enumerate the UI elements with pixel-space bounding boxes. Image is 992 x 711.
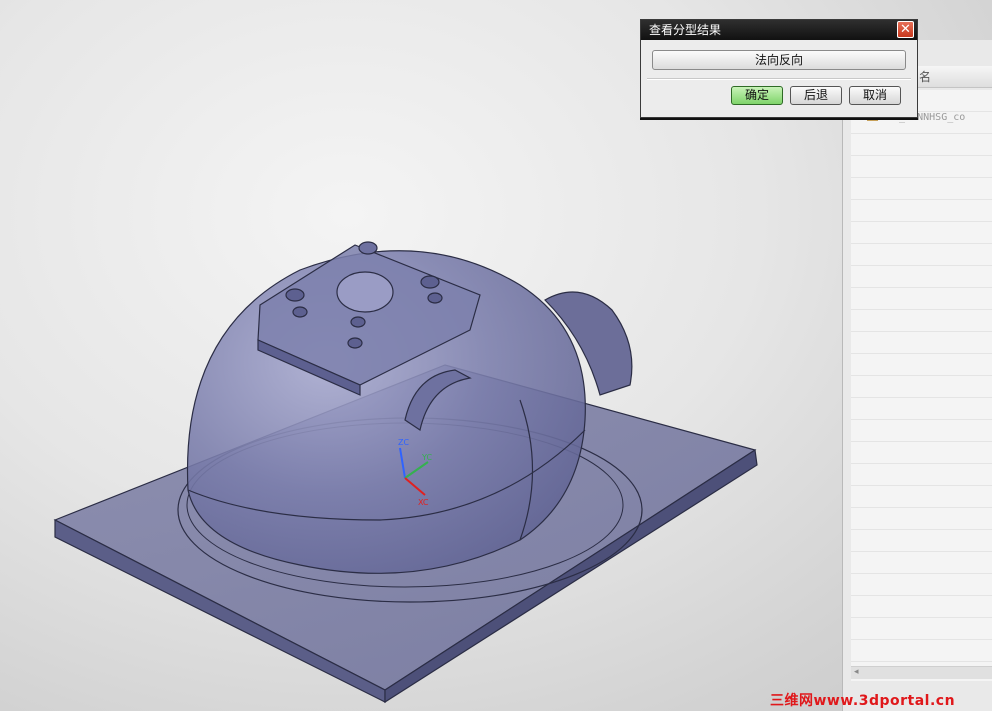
dialog-title: 查看分型结果 <box>649 23 722 37</box>
view-parting-result-dialog: 查看分型结果 ✕ 法向反向 确定 后退 取消 <box>640 19 918 118</box>
close-icon[interactable]: ✕ <box>897 21 914 38</box>
yc-axis-label: YC <box>421 453 432 462</box>
xc-axis-label: XC <box>418 498 429 507</box>
flip-normal-button[interactable]: 法向反向 <box>652 50 906 70</box>
ok-button[interactable]: 确定 <box>731 86 783 105</box>
scroll-left-arrow-icon[interactable]: ◂ <box>854 667 859 677</box>
cancel-button[interactable]: 取消 <box>849 86 901 105</box>
dialog-titlebar[interactable]: 查看分型结果 ✕ <box>641 20 917 40</box>
zc-axis-label: ZC <box>398 438 409 447</box>
part-navigator-panel[interactable]: 名 MDP_CONNHSG_co ◂ <box>842 40 992 711</box>
dialog-separator <box>647 78 911 80</box>
navigator-horizontal-scrollbar[interactable]: ◂ <box>851 666 992 679</box>
navigator-list[interactable] <box>851 90 992 681</box>
watermark-text: 三维网www.3dportal.cn <box>770 693 956 709</box>
back-button[interactable]: 后退 <box>790 86 842 105</box>
